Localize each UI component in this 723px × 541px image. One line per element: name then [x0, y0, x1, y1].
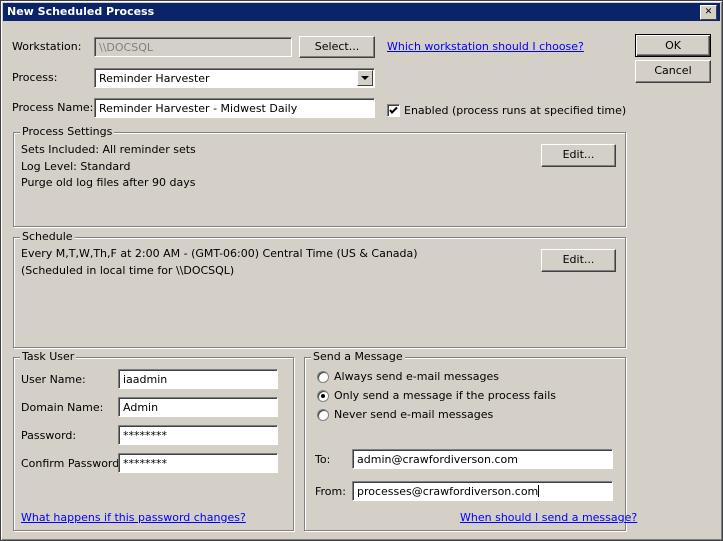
to-label: To: [315, 453, 331, 466]
workstation-field[interactable]: \\DOCSQL [94, 37, 292, 57]
schedule-edit-label: Edit... [562, 253, 595, 266]
radio-always-send-label[interactable]: Always send e-mail messages [334, 370, 499, 383]
process-name-input[interactable]: Reminder Harvester - Midwest Daily [94, 98, 375, 118]
process-settings-line: Log Level: Standard [21, 160, 131, 173]
process-settings-edit-button[interactable]: Edit... [541, 144, 616, 167]
from-email-input[interactable]: processes@crawfordiverson.com [352, 481, 613, 501]
check-icon [389, 106, 398, 114]
radio-send-on-failure[interactable] [317, 390, 329, 402]
workstation-help-link[interactable]: Which workstation should I choose? [387, 40, 584, 53]
window-title: New Scheduled Process [7, 5, 155, 18]
dialog-window: New Scheduled Process ✕ OK Cancel Workst… [0, 0, 723, 541]
workstation-value: \\DOCSQL [99, 41, 153, 54]
schedule-title: Schedule [20, 230, 75, 243]
password-help-link[interactable]: What happens if this password changes? [21, 511, 246, 524]
ok-button-label: OK [665, 39, 681, 52]
schedule-edit-button[interactable]: Edit... [541, 249, 616, 272]
process-settings-group: Process Settings Sets Included: All remi… [13, 125, 626, 227]
task-user-group: Task User User Name: iaadmin Domain Name… [13, 350, 294, 531]
radio-never-send-label[interactable]: Never send e-mail messages [334, 408, 493, 421]
process-settings-line: Sets Included: All reminder sets [21, 143, 196, 156]
from-email-value: processes@crawfordiverson.com [357, 485, 539, 498]
workstation-label: Workstation: [12, 40, 82, 53]
domain-name-input[interactable]: Admin [118, 397, 278, 417]
radio-send-on-failure-label[interactable]: Only send a message if the process fails [334, 389, 556, 402]
user-name-input[interactable]: iaadmin [118, 369, 278, 389]
close-icon: ✕ [704, 7, 713, 17]
process-combobox-value: Reminder Harvester [99, 72, 210, 85]
cancel-button-label: Cancel [654, 64, 692, 77]
process-combobox[interactable]: Reminder Harvester [94, 68, 375, 88]
chevron-down-icon [361, 75, 369, 80]
confirm-password-label: Confirm Password: [21, 457, 123, 470]
schedule-line: (Scheduled in local time for \\DOCSQL) [21, 264, 235, 277]
confirm-password-input[interactable]: ******** [118, 453, 278, 473]
process-settings-title: Process Settings [20, 125, 115, 138]
process-label: Process: [12, 71, 58, 84]
schedule-group: Schedule Every M,T,W,Th,F at 2:00 AM - (… [13, 230, 626, 348]
password-value: ******** [123, 429, 167, 442]
cancel-button[interactable]: Cancel [635, 60, 711, 83]
process-combobox-arrow[interactable] [357, 70, 373, 86]
radio-always-send[interactable] [317, 371, 329, 383]
enabled-checkbox[interactable] [387, 104, 400, 117]
from-email-value-wrap: processes@crawfordiverson.com [357, 485, 540, 498]
enabled-label[interactable]: Enabled (process runs at specified time) [404, 104, 626, 117]
password-input[interactable]: ******** [118, 425, 278, 445]
send-message-title: Send a Message [311, 350, 405, 363]
send-message-group: Send a Message Always send e-mail messag… [304, 350, 637, 531]
confirm-password-value: ******** [123, 457, 167, 470]
schedule-line: Every M,T,W,Th,F at 2:00 AM - (GMT-06:00… [21, 247, 418, 260]
to-email-value: admin@crawfordiverson.com [357, 453, 518, 466]
process-settings-line: Purge old log files after 90 days [21, 176, 196, 189]
radio-selected-dot [321, 394, 325, 398]
message-help-link[interactable]: When should I send a message? [460, 511, 637, 524]
task-user-title: Task User [20, 350, 77, 363]
radio-never-send[interactable] [317, 409, 329, 421]
domain-name-value: Admin [123, 401, 159, 414]
title-bar[interactable]: New Scheduled Process ✕ [3, 3, 720, 21]
ok-button[interactable]: OK [635, 34, 711, 57]
to-email-input[interactable]: admin@crawfordiverson.com [352, 449, 613, 469]
workstation-select-label: Select... [314, 40, 360, 53]
process-settings-edit-label: Edit... [562, 148, 595, 161]
user-name-value: iaadmin [123, 373, 168, 386]
process-name-value: Reminder Harvester - Midwest Daily [99, 102, 298, 115]
close-button[interactable]: ✕ [700, 5, 717, 20]
password-label: Password: [21, 429, 77, 442]
user-name-label: User Name: [21, 373, 86, 386]
domain-name-label: Domain Name: [21, 401, 104, 414]
text-caret [538, 485, 540, 497]
workstation-select-button[interactable]: Select... [299, 36, 375, 58]
process-name-label: Process Name: [12, 101, 94, 114]
from-label: From: [315, 485, 346, 498]
